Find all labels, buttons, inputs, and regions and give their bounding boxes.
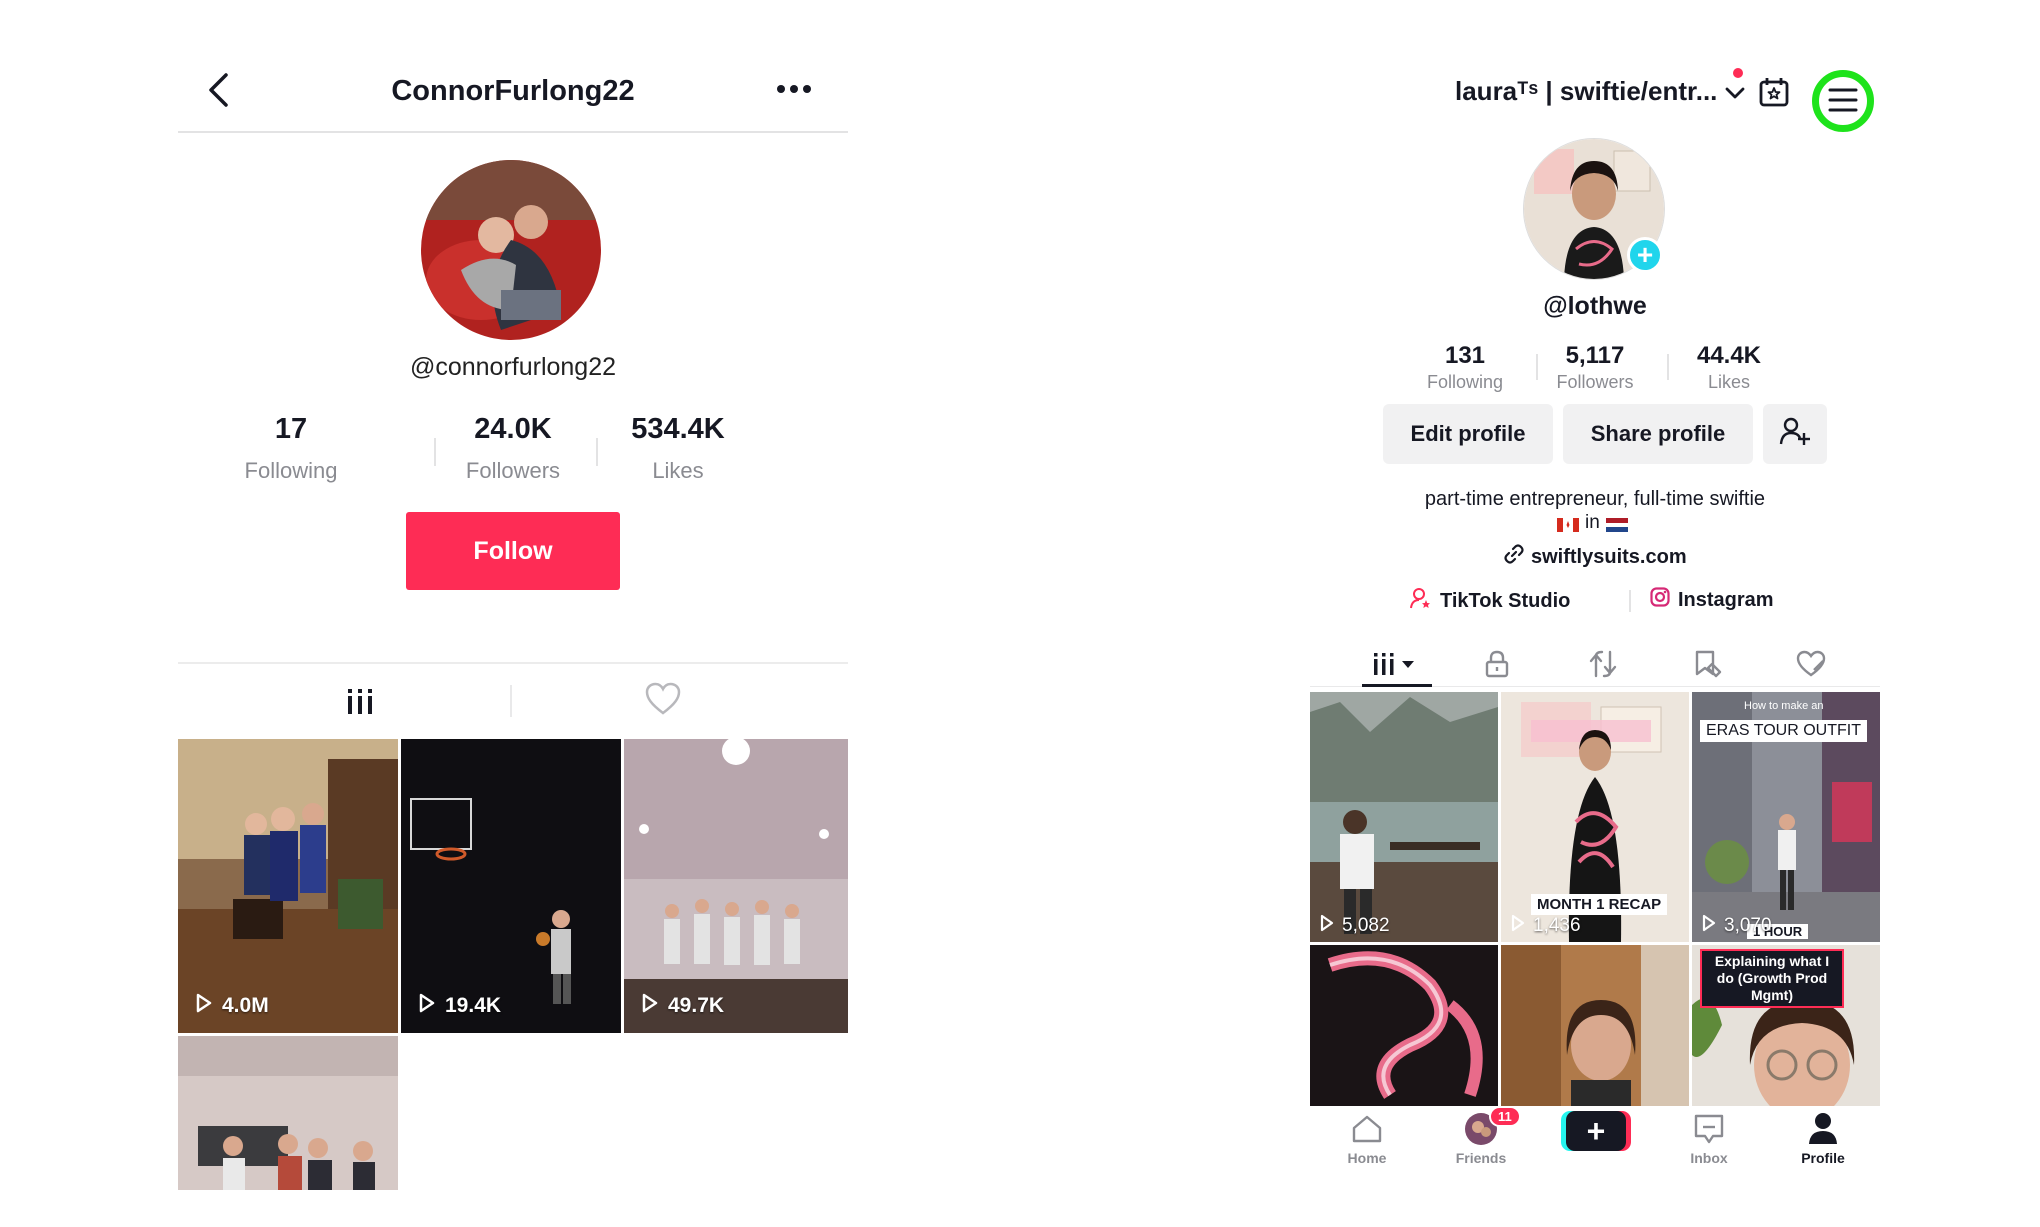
play-icon <box>642 993 658 1019</box>
link-divider <box>1629 590 1631 612</box>
video-thumbnail[interactable]: 19.4K <box>401 739 621 1033</box>
view-count-text: 1,436 <box>1533 915 1581 936</box>
view-count: 4.0M <box>196 993 269 1019</box>
view-count: 49.7K <box>642 993 724 1019</box>
play-icon <box>1511 914 1525 938</box>
view-count-text: 4.0M <box>222 994 269 1017</box>
view-count-text: 5,082 <box>1342 915 1390 936</box>
notification-dot <box>1733 68 1743 78</box>
favorites-bookmark-icon[interactable] <box>1692 650 1722 683</box>
instagram-label: Instagram <box>1678 588 1774 611</box>
avatar[interactable] <box>421 160 601 340</box>
likes-label: Likes <box>652 458 704 483</box>
view-count-text: 19.4K <box>445 994 502 1017</box>
link-text: swiftlysuits.com <box>1531 545 1687 568</box>
view-count: 5,082 <box>1320 914 1390 938</box>
following-label: Following <box>1426 372 1504 392</box>
tiktok-studio-link[interactable]: TikTok Studio <box>1410 587 1570 615</box>
view-count: 19.4K <box>419 993 501 1019</box>
instagram-icon <box>1650 587 1670 613</box>
play-icon <box>1320 914 1334 938</box>
following-count[interactable]: 131 <box>1405 342 1525 370</box>
calendar-star-icon[interactable] <box>1758 76 1790 113</box>
add-avatar-plus-icon[interactable]: + <box>1627 237 1663 273</box>
liked-heart-icon[interactable] <box>1796 650 1826 683</box>
video-thumbnail[interactable] <box>1501 945 1689 1106</box>
add-friend-button[interactable] <box>1763 404 1827 464</box>
followers-count[interactable]: 24.0K <box>433 413 593 446</box>
video-caption: Explaining what I do (Growth Prod Mgmt) <box>1700 949 1844 1008</box>
account-switcher[interactable]: lauraᵀˢ | swiftie/entr... <box>1455 76 1745 107</box>
followers-label: Followers <box>1556 372 1634 392</box>
profile-link[interactable]: swiftlysuits.com <box>1503 543 1687 571</box>
likes-count[interactable]: 534.4K <box>598 413 758 446</box>
profile-person-icon <box>1808 1111 1838 1148</box>
follow-button[interactable]: Follow <box>406 512 620 590</box>
following-count[interactable]: 17 <box>211 413 371 446</box>
bottom-nav: Home 11 Friends + Inbox Profile <box>1310 1106 1880 1190</box>
view-count-text: 49.7K <box>668 994 725 1017</box>
videos-grid-icon[interactable] <box>1372 651 1418 682</box>
video-caption-small: How to make an <box>1744 700 1824 712</box>
likes-count[interactable]: 44.4K <box>1669 342 1789 370</box>
videos-grid-icon[interactable] <box>345 686 375 721</box>
add-user-icon <box>1779 417 1811 451</box>
username-handle: @lothwe <box>1543 292 1647 320</box>
view-count-text: 3,070 <box>1724 915 1772 936</box>
heart-outline-icon[interactable] <box>645 682 681 721</box>
profile-title: ConnorFurlong22 <box>391 75 635 107</box>
nav-friends-label: Friends <box>1455 1150 1507 1166</box>
inbox-icon <box>1694 1114 1724 1149</box>
video-caption: ERAS TOUR OUTFIT <box>1700 720 1867 742</box>
view-count: 1,436 <box>1511 914 1581 938</box>
left-profile-screen: ConnorFurlong22 @connorfurlong22 17 Foll… <box>178 40 848 1190</box>
followers-count[interactable]: 5,117 <box>1535 342 1655 370</box>
create-plus-icon: + <box>1566 1111 1626 1151</box>
video-thumbnail[interactable]: MONTH 1 RECAP 1,436 <box>1501 692 1689 942</box>
chevron-down-icon <box>1725 76 1745 107</box>
video-thumbnail[interactable] <box>178 1036 398 1190</box>
video-thumbnail[interactable]: 49.7K <box>624 739 848 1033</box>
repost-icon[interactable] <box>1588 650 1618 683</box>
home-icon <box>1351 1114 1383 1147</box>
link-icon <box>1503 543 1525 571</box>
bio-in-text: in <box>1585 512 1600 533</box>
bio-text: part-time entrepreneur, full-time swifti… <box>1424 488 1766 510</box>
following-label: Following <box>244 458 338 483</box>
likes-label: Likes <box>1707 372 1751 392</box>
video-thumbnail[interactable]: 5,082 <box>1310 692 1498 942</box>
video-thumbnail[interactable]: How to make an ERAS TOUR OUTFIT 1 HOUR 3… <box>1692 692 1880 942</box>
canada-flag-icon <box>1557 516 1579 532</box>
instagram-link[interactable]: Instagram <box>1650 587 1774 613</box>
nav-home-label: Home <box>1347 1150 1387 1166</box>
more-options-icon[interactable] <box>776 82 812 100</box>
lock-icon[interactable] <box>1484 650 1510 683</box>
followers-label: Followers <box>465 458 561 483</box>
header-divider <box>178 131 848 133</box>
tabs-divider <box>178 662 848 664</box>
tab-divider <box>510 685 512 717</box>
video-caption: MONTH 1 RECAP <box>1531 894 1668 915</box>
account-name: lauraᵀˢ | swiftie/entr... <box>1455 76 1718 106</box>
view-count: 3,070 <box>1702 914 1772 938</box>
username-handle: @connorfurlong22 <box>409 353 617 381</box>
share-profile-button[interactable]: Share profile <box>1563 404 1753 464</box>
nav-profile-label: Profile <box>1801 1150 1845 1166</box>
tiktok-studio-label: TikTok Studio <box>1440 589 1571 612</box>
play-icon <box>1702 914 1716 938</box>
play-icon <box>196 993 212 1019</box>
video-thumbnail[interactable] <box>1310 945 1498 1106</box>
video-thumbnail[interactable]: 4.0M <box>178 739 398 1033</box>
active-tab-indicator <box>1362 684 1432 687</box>
right-profile-screen: lauraᵀˢ | swiftie/entr... + @lothwe 131 … <box>1310 40 1880 1190</box>
nav-inbox-label: Inbox <box>1690 1150 1728 1166</box>
friends-badge: 11 <box>1489 1106 1521 1127</box>
hamburger-menu-icon[interactable] <box>1828 87 1858 118</box>
play-icon <box>419 993 435 1019</box>
creator-icon <box>1410 587 1432 615</box>
bio-flags-line: in <box>1557 512 1628 534</box>
edit-profile-button[interactable]: Edit profile <box>1383 404 1553 464</box>
video-thumbnail[interactable]: Explaining what I do (Growth Prod Mgmt) <box>1692 945 1880 1106</box>
netherlands-flag-icon <box>1605 516 1628 532</box>
